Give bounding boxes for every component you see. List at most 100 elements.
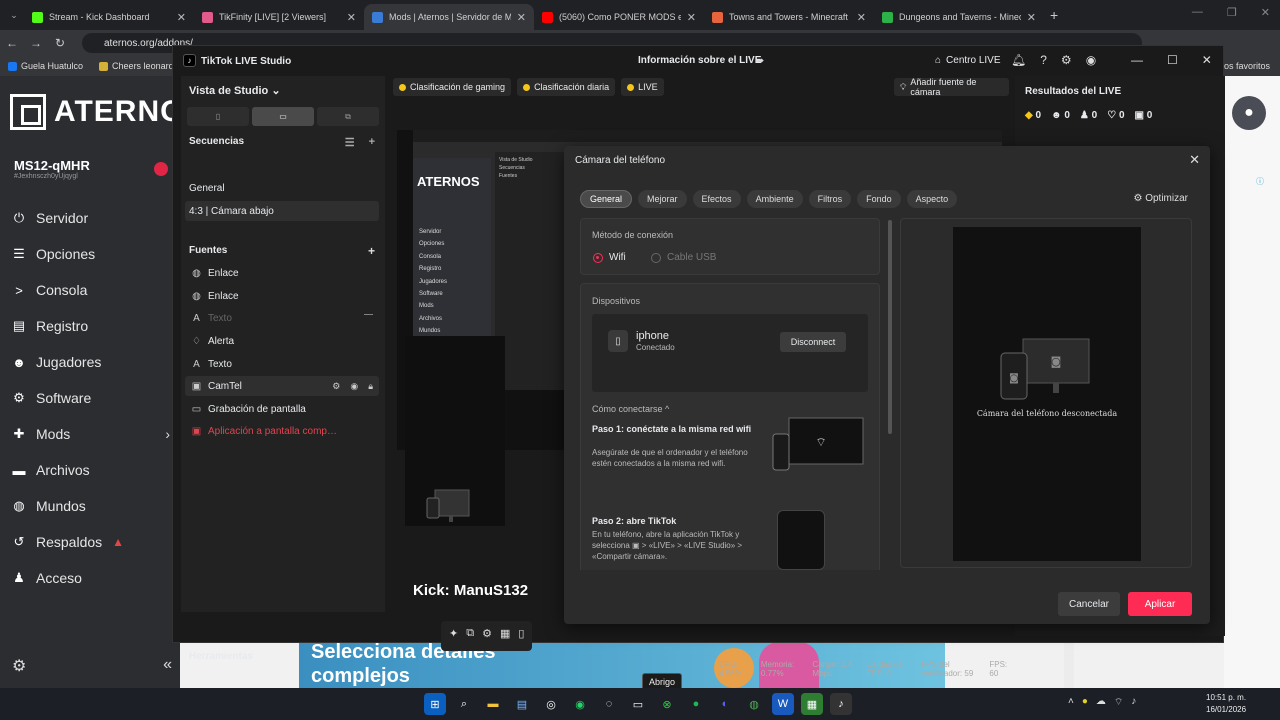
- close-icon[interactable]: ✕: [177, 11, 186, 24]
- wifi-icon[interactable]: ⌔: [1114, 696, 1123, 709]
- steam-icon[interactable]: ◎: [540, 693, 562, 715]
- close-icon[interactable]: ✕: [1202, 53, 1212, 67]
- daily-ranking-pill[interactable]: Clasificación diaria: [517, 78, 616, 96]
- collapse-sidebar-icon[interactable]: «: [163, 656, 172, 676]
- browser-tab[interactable]: Dungeons and Taverns - Minec ✕: [874, 4, 1044, 30]
- optimize-button[interactable]: ⚙ Optimizar: [1133, 193, 1188, 204]
- tab-mejorar[interactable]: Mejorar: [638, 190, 687, 208]
- bell-icon[interactable]: 🔔︎: [1011, 53, 1026, 67]
- cancel-button[interactable]: Cancelar: [1058, 592, 1120, 616]
- live-info-title[interactable]: Información sobre el LIVE: [638, 55, 761, 66]
- terminal-icon[interactable]: ▭: [627, 693, 649, 715]
- close-icon[interactable]: ✕: [1027, 11, 1036, 24]
- tab-aspecto[interactable]: Aspecto: [906, 190, 958, 208]
- settings-gear-icon[interactable]: ⚙: [12, 656, 26, 676]
- wifi-radio[interactable]: Wifi: [593, 252, 626, 263]
- eye-hidden-icon[interactable]: ﹋: [364, 312, 373, 325]
- dialog-scrollbar[interactable]: [888, 220, 892, 434]
- volume-icon[interactable]: ♪: [1131, 696, 1136, 709]
- xbox-icon[interactable]: ⊗: [656, 693, 678, 715]
- settings-icon[interactable]: ⚙: [1061, 53, 1072, 67]
- reload-icon[interactable]: ↻: [48, 36, 72, 50]
- source-item[interactable]: ◍ Enlace: [185, 286, 379, 306]
- profile-avatar-icon[interactable]: ◉: [1086, 53, 1096, 67]
- add-icon[interactable]: +: [369, 136, 375, 149]
- page-scrollbar[interactable]: [1064, 640, 1074, 688]
- how-to-connect-toggle[interactable]: Cómo conectarse ^: [592, 404, 669, 414]
- close-icon[interactable]: ✕: [857, 11, 866, 24]
- centro-live-button[interactable]: ⌂ Centro LIVE: [935, 55, 1001, 66]
- gaming-ranking-pill[interactable]: Clasificación de gaming: [393, 78, 512, 96]
- eye-icon[interactable]: ◉: [350, 381, 358, 392]
- notepad-icon[interactable]: ▤: [511, 693, 533, 715]
- spotify-icon[interactable]: ●: [685, 693, 707, 715]
- file-explorer-icon[interactable]: ▬: [482, 693, 504, 715]
- browser-tab[interactable]: Towns and Towers - Minecraft ✕: [704, 4, 874, 30]
- tiktok-icon[interactable]: ♪: [830, 693, 852, 715]
- taskbar-clock[interactable]: 10:51 p. m. 16/01/2026: [1206, 692, 1246, 716]
- close-icon[interactable]: ✕: [517, 11, 526, 24]
- tab-filtros[interactable]: Filtros: [808, 190, 852, 208]
- search-icon[interactable]: ⌕: [453, 693, 475, 715]
- all-bookmarks-link[interactable]: los favoritos: [1222, 61, 1270, 71]
- browser-tab[interactable]: Stream - Kick Dashboard ✕: [24, 4, 194, 30]
- nav-item-mods[interactable]: ✚ Mods ›: [12, 416, 172, 452]
- source-item-hidden[interactable]: A Texto ﹋: [185, 308, 379, 328]
- disconnect-button[interactable]: Disconnect: [780, 332, 846, 352]
- lock-icon[interactable]: 🔒︎: [368, 381, 373, 392]
- maximize-icon[interactable]: ❐: [1227, 6, 1237, 19]
- dual-view-icon[interactable]: ⧉: [317, 107, 379, 126]
- effects-icon[interactable]: ⧉: [466, 627, 474, 645]
- nav-item-respaldos[interactable]: ↺ Respaldos ▲: [12, 524, 172, 560]
- herramientas-title[interactable]: Herramientas: [189, 651, 253, 662]
- studio-view-dropdown[interactable]: Vista de Studio ⌄: [189, 84, 281, 97]
- source-item[interactable]: A Texto: [185, 354, 379, 374]
- discord-icon[interactable]: ◐: [714, 693, 736, 715]
- sequence-item[interactable]: General: [185, 178, 379, 198]
- settings-icon[interactable]: ⚙: [332, 381, 340, 392]
- close-icon[interactable]: ✕: [347, 11, 356, 24]
- ai-icon[interactable]: ⚙: [482, 627, 492, 645]
- tab-efectos[interactable]: Efectos: [692, 190, 741, 208]
- close-icon[interactable]: ✕: [1189, 152, 1200, 168]
- browser-tab[interactable]: TikFinity [LIVE] [2 Viewers] ✕: [194, 4, 364, 30]
- help-icon[interactable]: ?: [1040, 53, 1047, 67]
- usb-radio[interactable]: Cable USB: [651, 252, 716, 263]
- apply-button[interactable]: Aplicar: [1128, 592, 1192, 616]
- source-item[interactable]: ◍ Enlace: [185, 263, 379, 283]
- minecraft-icon[interactable]: ▦: [801, 693, 823, 715]
- whatsapp-icon[interactable]: ◉: [569, 693, 591, 715]
- nav-item-opciones[interactable]: ☰ Opciones: [12, 236, 172, 272]
- word-icon[interactable]: W: [772, 693, 794, 715]
- tab-fondo[interactable]: Fondo: [857, 190, 901, 208]
- nav-item-archivos[interactable]: ▬ Archivos: [12, 452, 172, 488]
- tray-chevron-icon[interactable]: ˄: [1068, 696, 1074, 709]
- new-tab-icon[interactable]: +: [1050, 7, 1058, 23]
- nav-item-mundos[interactable]: ◍ Mundos: [12, 488, 172, 524]
- close-icon[interactable]: ✕: [687, 11, 696, 24]
- minimize-icon[interactable]: —: [1192, 6, 1203, 19]
- windows-start-icon[interactable]: ⊞: [424, 693, 446, 715]
- source-item-error[interactable]: ▣ Aplicación a pantalla comp…: [185, 421, 379, 441]
- close-icon[interactable]: ✕: [1261, 6, 1270, 19]
- tab-search-icon[interactable]: ⌄: [4, 5, 24, 25]
- chrome-icon[interactable]: ◍: [743, 693, 765, 715]
- live-pill[interactable]: LIVE: [621, 78, 664, 96]
- tab-ambiente[interactable]: Ambiente: [746, 190, 803, 208]
- tab-general[interactable]: General: [580, 190, 633, 208]
- source-item[interactable]: ▭ Grabación de pantalla: [185, 399, 379, 419]
- nav-item-consola[interactable]: > Consola: [12, 272, 172, 308]
- source-item[interactable]: ♢ Alerta: [185, 331, 379, 351]
- landscape-view-icon[interactable]: ▭: [252, 107, 314, 126]
- layout-icon[interactable]: ▦: [500, 627, 510, 645]
- tray-app-icon[interactable]: ●: [1082, 696, 1088, 709]
- source-item-selected[interactable]: ▣ CamTel ⚙ ◉ 🔒︎: [185, 376, 379, 396]
- portrait-view-icon[interactable]: ▯: [187, 107, 249, 126]
- magic-wand-icon[interactable]: ✦: [449, 627, 458, 645]
- bookmark[interactable]: Guela Huatulco: [8, 61, 83, 71]
- user-avatar-icon[interactable]: ●: [1232, 96, 1266, 130]
- maximize-icon[interactable]: ☐: [1167, 53, 1178, 67]
- add-source-icon[interactable]: +: [368, 244, 375, 258]
- nav-item-servidor[interactable]: ⏻ Servidor: [12, 200, 172, 236]
- nav-item-software[interactable]: ⚙ Software: [12, 380, 172, 416]
